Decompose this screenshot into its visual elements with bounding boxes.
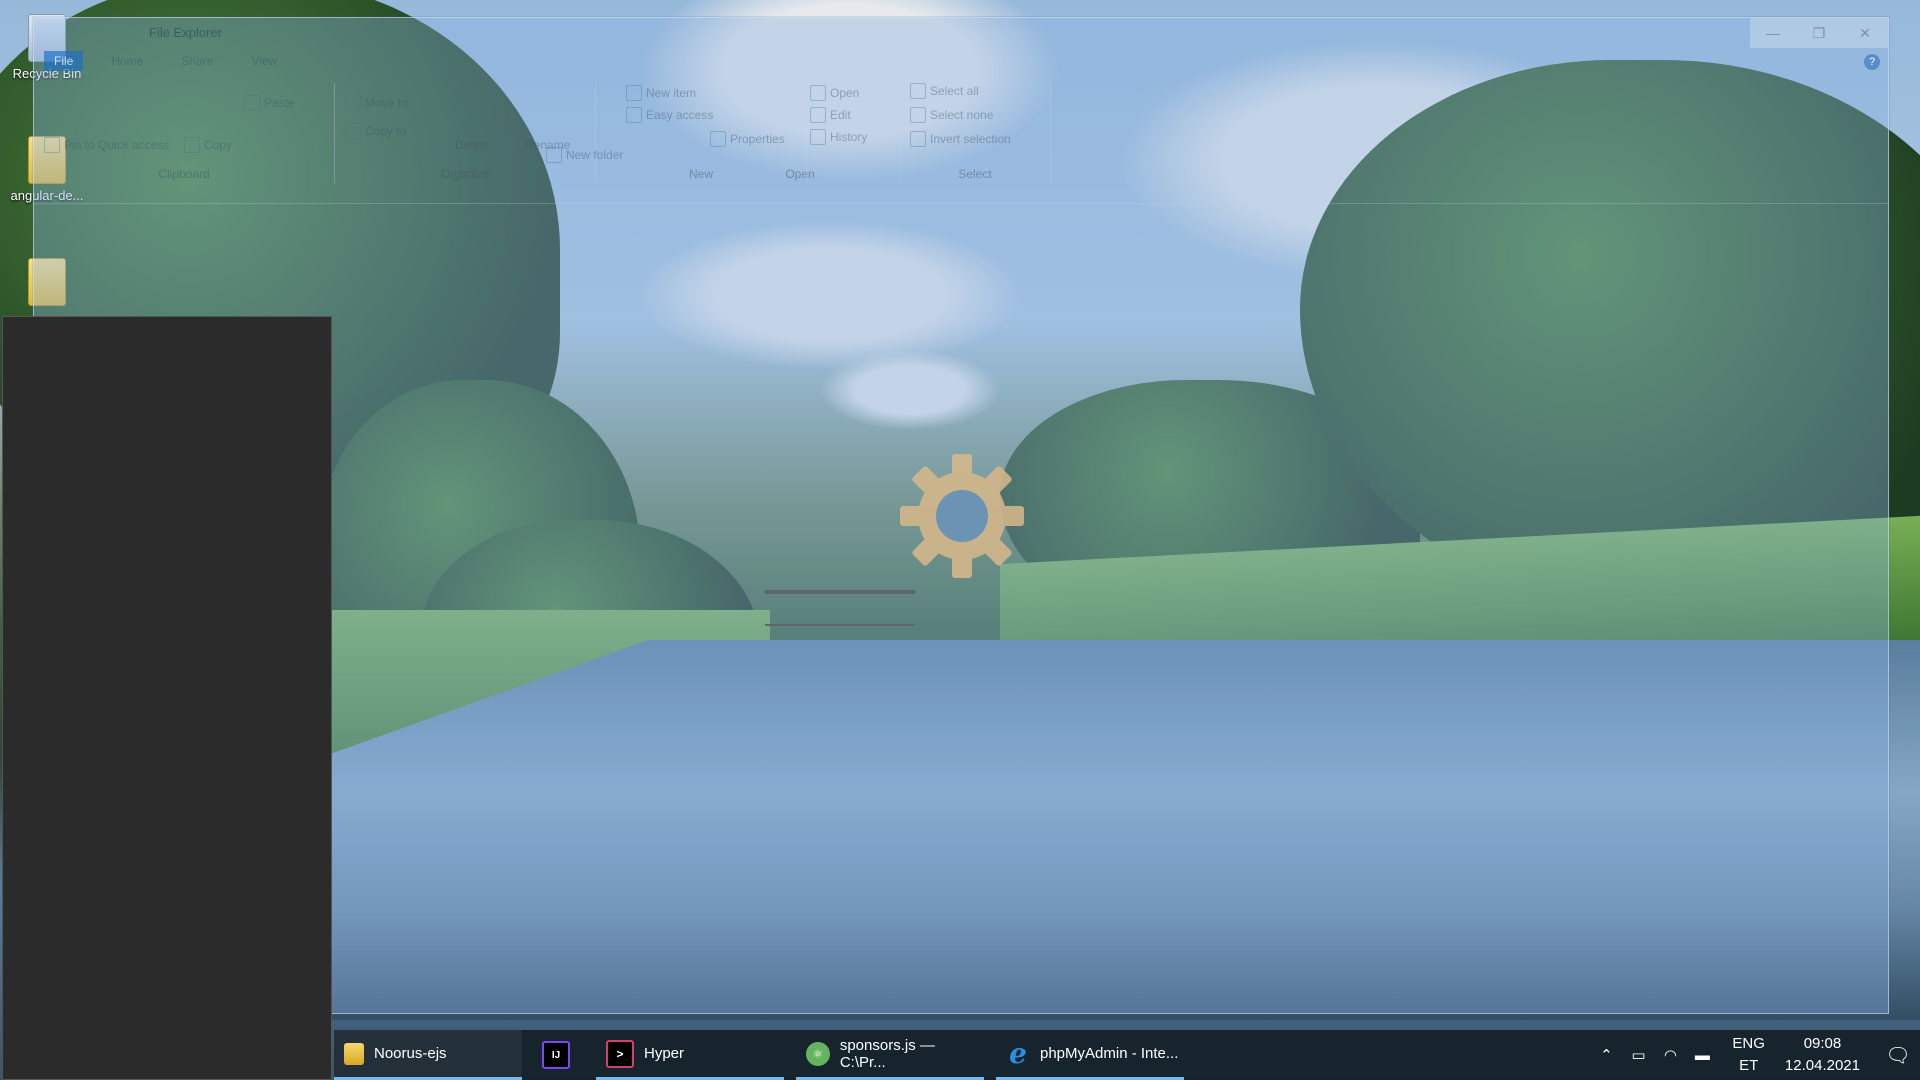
copy-to-button[interactable]: Copy to xyxy=(345,123,406,139)
language-indicator[interactable]: ENG ET xyxy=(1732,1033,1765,1077)
rename-icon xyxy=(505,137,521,153)
ribbon-group-open: Properties Open Edit History Open xyxy=(700,75,900,203)
ribbon-caption-select: Select xyxy=(958,167,992,181)
maximize-button[interactable]: ❐ xyxy=(1796,18,1842,48)
ribbon-group-clipboard: Pin to Quick access Copy Paste Clipboard xyxy=(34,75,334,203)
select-none-button[interactable]: Select none xyxy=(910,107,993,123)
open-button[interactable]: Open xyxy=(810,85,859,101)
ribbon-tabs: File Home Share View xyxy=(34,48,287,74)
properties-button[interactable]: Properties xyxy=(710,131,785,147)
delete-icon xyxy=(435,137,451,153)
select-all-icon xyxy=(910,83,926,99)
chevron-up-icon[interactable]: ⌃ xyxy=(1594,1046,1618,1064)
atom-icon: ⚛ xyxy=(806,1041,830,1066)
easy-access-icon xyxy=(626,107,642,123)
taskbar-item-hyper[interactable]: > Hyper xyxy=(596,1030,784,1080)
tab-share[interactable]: Share xyxy=(171,51,223,71)
pin-quick-access-button[interactable]: Pin to Quick access xyxy=(44,137,169,153)
wifi-icon[interactable]: ◠ xyxy=(1658,1046,1682,1064)
select-none-icon xyxy=(910,107,926,123)
paste-icon xyxy=(244,95,260,111)
folder-icon xyxy=(344,1042,364,1065)
device-icon[interactable]: ▭ xyxy=(1626,1046,1650,1064)
pin-icon xyxy=(44,137,60,153)
battery-icon[interactable]: ▬ xyxy=(1690,1047,1714,1064)
edit-icon xyxy=(810,107,826,123)
taskbar-item-atom[interactable]: ⚛ sponsors.js — C:\Pr... xyxy=(796,1030,984,1080)
minimize-button[interactable]: — xyxy=(1750,18,1796,48)
gear-icon xyxy=(900,454,1024,578)
history-icon xyxy=(810,129,826,145)
ribbon-group-organize: Move to Copy to Delete Rename Organize xyxy=(335,75,595,203)
taskbar-item-noorus-ejs[interactable]: Noorus-ejs xyxy=(334,1030,522,1080)
explorer-titlebar[interactable]: File Explorer — ❐ ✕ xyxy=(34,18,1888,48)
new-item-button[interactable]: New item xyxy=(626,85,696,101)
clock-time: 09:08 xyxy=(1803,1035,1842,1052)
hyper-terminal-icon: > xyxy=(606,1039,634,1068)
open-icon xyxy=(810,85,826,101)
copy-icon xyxy=(184,137,200,153)
taskbar: Noorus-ejs IJ > Hyper ⚛ sponsors.js — C:… xyxy=(334,1030,1920,1080)
select-all-button[interactable]: Select all xyxy=(910,83,979,99)
edit-button[interactable]: Edit xyxy=(810,107,851,123)
new-folder-icon xyxy=(546,147,562,163)
ribbon-group-select: Select all Select none Invert selection … xyxy=(900,75,1050,203)
paste-button[interactable]: Paste xyxy=(244,95,295,111)
taskbar-item-intellij[interactable]: IJ xyxy=(532,1030,590,1080)
explorer-title: File Explorer xyxy=(149,25,222,40)
taskbar-item-phpmyadmin[interactable]: e phpMyAdmin - Inte... xyxy=(996,1030,1184,1080)
close-button[interactable]: ✕ xyxy=(1842,18,1888,48)
delete-button[interactable]: Delete xyxy=(435,137,490,153)
copy-to-icon xyxy=(345,123,361,139)
history-button[interactable]: History xyxy=(810,129,867,145)
properties-icon xyxy=(710,131,726,147)
new-item-icon xyxy=(626,85,642,101)
move-to-button[interactable]: Move to xyxy=(345,95,408,111)
tab-home[interactable]: Home xyxy=(101,51,153,71)
clock-date: 12.04.2021 xyxy=(1784,1057,1860,1074)
copy-button[interactable]: Copy xyxy=(184,137,232,153)
notification-icon[interactable]: 🗨 xyxy=(1876,1043,1920,1068)
ribbon-caption-open: Open xyxy=(785,167,815,181)
tab-file[interactable]: File xyxy=(44,51,84,71)
system-tray: ⌃ ▭ ◠ ▬ ENG ET 09:08 12.04.2021 🗨 xyxy=(1590,1030,1920,1080)
window-controls: — ❐ ✕ xyxy=(1750,18,1888,48)
move-icon xyxy=(345,95,361,111)
help-icon[interactable]: ? xyxy=(1864,54,1880,70)
intellij-icon: IJ xyxy=(542,1041,570,1069)
ribbon-caption-clipboard: Clipboard xyxy=(158,167,210,181)
tab-view[interactable]: View xyxy=(241,51,287,71)
invert-selection-button[interactable]: Invert selection xyxy=(910,131,1011,147)
internet-explorer-icon: e xyxy=(1009,1037,1027,1070)
invert-selection-icon xyxy=(910,131,926,147)
new-folder-button[interactable]: New folder xyxy=(546,147,623,163)
dark-popup-panel[interactable] xyxy=(2,316,332,1080)
ribbon-caption-organize: Organize xyxy=(440,167,490,181)
clock[interactable]: 09:08 12.04.2021 xyxy=(1785,1033,1860,1077)
ribbon: Pin to Quick access Copy Paste Clipboard… xyxy=(34,75,1888,204)
